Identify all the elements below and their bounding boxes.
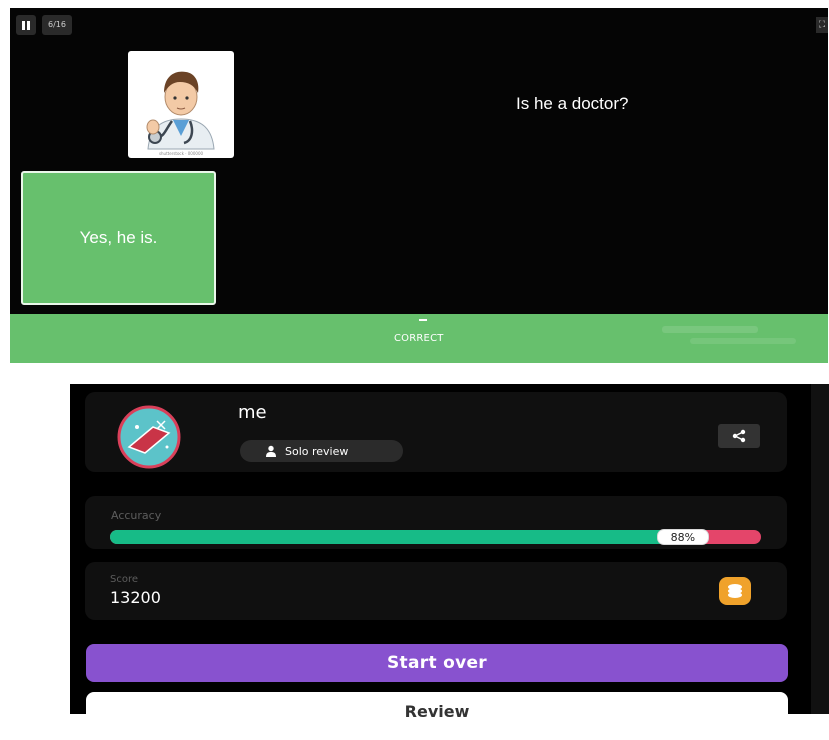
pause-icon (22, 20, 25, 30)
summary-panel: me Solo review Accuracy 88% Score 13200 (70, 384, 829, 730)
coins-badge (719, 577, 751, 605)
user-icon (266, 445, 276, 457)
score-label: Score (110, 574, 139, 585)
feedback-faint-detail (662, 326, 758, 333)
feedback-dash (419, 319, 427, 321)
score-value: 13200 (110, 588, 161, 607)
mode-label: Solo review (285, 444, 349, 458)
accuracy-bar-fill (110, 530, 683, 544)
correct-feedback-bar: CORRECT (10, 314, 828, 363)
feedback-text: CORRECT (394, 333, 444, 344)
feedback-faint-detail-2 (690, 338, 796, 344)
share-button[interactable] (718, 424, 760, 448)
coins-icon (728, 584, 742, 598)
score-card: Score 13200 (85, 562, 787, 620)
mode-badge: Solo review (240, 440, 403, 462)
player-name: me (238, 402, 267, 423)
pause-icon-bar (27, 20, 30, 30)
question-text: Is he a doctor? (516, 94, 629, 113)
quiz-panel: 6/16 ⛶ shutterstock · 000000 Is he a doc… (10, 8, 828, 363)
summary-scrollbar[interactable] (811, 384, 829, 714)
quiz-topbar: 6/16 ⛶ (10, 8, 828, 42)
question-counter: 6/16 (42, 15, 72, 35)
avatar-icon (117, 405, 181, 469)
accuracy-card: Accuracy 88% (85, 496, 787, 549)
player-card: me Solo review (85, 392, 787, 472)
answer-text: Yes, he is. (79, 228, 158, 247)
question-area: shutterstock · 000000 Is he a doctor? Ye… (10, 42, 828, 314)
accuracy-label: Accuracy (111, 509, 162, 522)
answer-option-correct[interactable]: Yes, he is. (21, 171, 216, 305)
start-over-button[interactable]: Start over (86, 644, 788, 682)
image-caption: shutterstock · 000000 (159, 151, 204, 156)
question-image: shutterstock · 000000 (128, 51, 234, 158)
fullscreen-icon[interactable]: ⛶ (816, 17, 828, 33)
accuracy-bar: 88% (110, 529, 761, 545)
doctor-illustration: shutterstock · 000000 (146, 71, 215, 156)
share-icon (732, 429, 746, 443)
review-button[interactable]: Review (86, 692, 788, 730)
pause-button[interactable] (16, 15, 36, 35)
accuracy-value: 88% (656, 529, 709, 545)
